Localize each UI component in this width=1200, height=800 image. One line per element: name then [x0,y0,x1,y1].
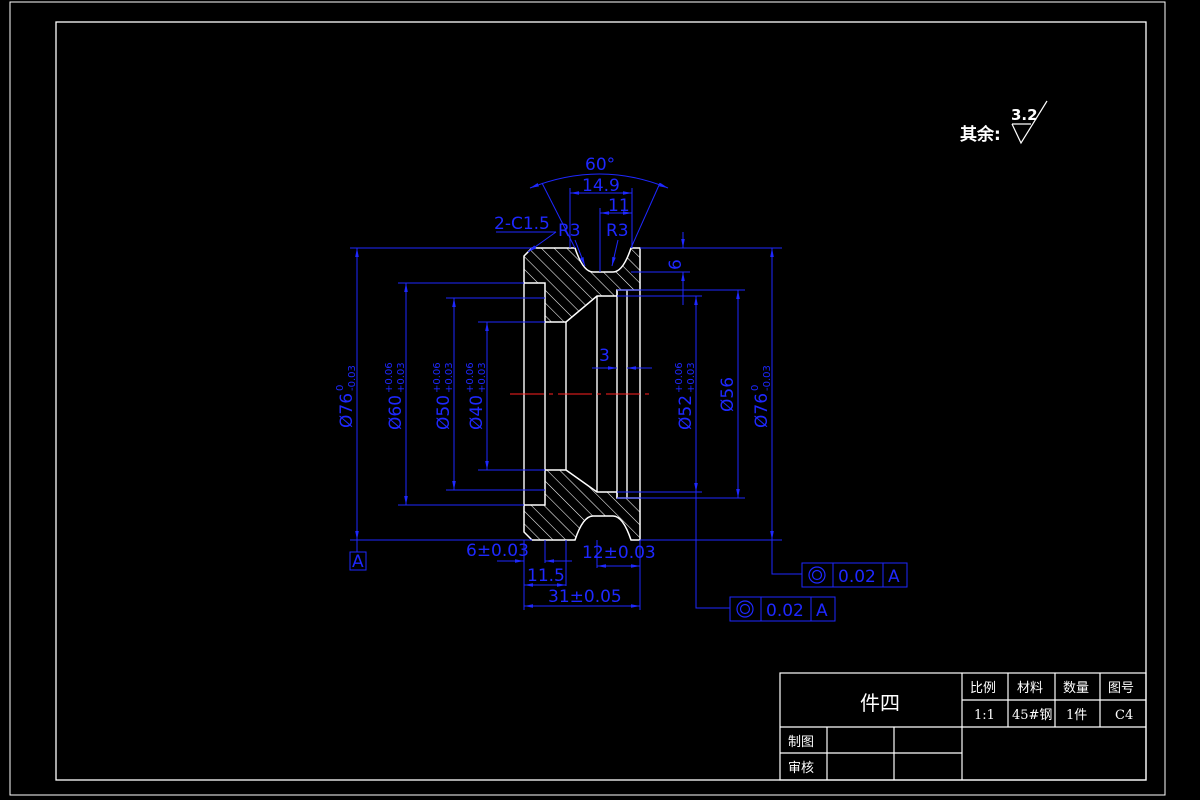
roughness-prefix: 其余: [960,124,1001,145]
datum-label: A [352,552,364,572]
header-scale: 比例 [970,681,996,696]
concentricity-icon [808,566,826,584]
svg-text:Ø56: Ø56 [718,377,738,412]
d40-label: Ø40 +0.06 +0.03 [465,362,488,430]
drawing-canvas: 其余: 3.2 60° 14.9 11 2-C1.5 R3 R3 6 3 Ø76… [9,1,1166,796]
w12-label: 12±0.03 [582,543,656,563]
svg-text:Ø52: Ø52 [676,395,696,430]
radius-right-label: R3 [606,221,629,241]
surface-roughness-note: 其余: 3.2 [960,100,1048,145]
groove-width-label: 14.9 [582,176,620,196]
value-material: 45#钢 [1012,708,1052,723]
tolerance-datum-2: A [816,601,828,621]
d50-label: Ø50 +0.06 +0.03 [432,362,455,430]
radius-left-label: R3 [558,221,581,241]
tolerance-value-1: 0.02 [838,567,876,587]
w31-label: 31±0.05 [548,587,622,607]
svg-text:-0.03: -0.03 [347,365,358,391]
svg-text:+0.03: +0.03 [477,362,488,393]
d56-label: Ø56 [718,377,738,412]
svg-text:Ø40: Ø40 [467,395,487,430]
drawn-by-label: 制图 [788,735,814,750]
checked-by-label: 审核 [788,761,814,776]
header-material: 材料 [1017,681,1043,696]
concentricity-icon [736,600,754,618]
lower-hatch [523,469,641,541]
outer-border [9,1,1166,796]
svg-text:+0.03: +0.03 [686,362,697,393]
d60-label: Ø60 +0.06 +0.03 [384,362,407,430]
chamfer-label: 2-C1.5 [494,214,550,234]
svg-text:+0.06: +0.06 [432,362,443,393]
value-drawing-no: C4 [1115,708,1133,723]
svg-text:+0.03: +0.03 [444,362,455,393]
svg-text:+0.06: +0.06 [674,362,685,393]
value-quantity: 1件 [1066,708,1087,723]
groove-inner-label: 11 [608,196,630,216]
d76-left-label: Ø76 0 -0.03 [335,365,358,428]
d76-right-label: Ø76 0 -0.03 [750,365,773,428]
slot-label: 3 [599,346,610,366]
svg-text:0: 0 [750,385,761,391]
value-scale: 1:1 [974,708,995,723]
svg-text:0: 0 [335,385,346,391]
title-block: 件四 比例 材料 数量 图号 1:1 45#钢 1件 C4 制图 审核 [779,672,1147,781]
w11-5-label: 11.5 [527,566,565,586]
svg-text:Ø76: Ø76 [337,393,357,428]
svg-text:Ø60: Ø60 [386,395,406,430]
part-name: 件四 [860,691,900,715]
tolerance-value-2: 0.02 [766,601,804,621]
header-drawing-no: 图号 [1108,681,1134,696]
svg-text:+0.06: +0.06 [465,362,476,393]
part-section [510,247,654,541]
svg-text:Ø76: Ø76 [752,393,772,428]
header-quantity: 数量 [1063,681,1089,696]
d52-label: Ø52 +0.06 +0.03 [674,362,697,430]
svg-text:-0.03: -0.03 [762,365,773,391]
w6-label: 6±0.03 [466,541,529,561]
tolerance-datum-1: A [888,567,900,587]
svg-text:Ø50: Ø50 [434,395,454,430]
svg-text:+0.03: +0.03 [396,362,407,393]
svg-text:+0.06: +0.06 [384,362,395,393]
angle-label: 60° [585,155,615,175]
depth-label: 6 [666,259,686,270]
roughness-value: 3.2 [1011,106,1038,124]
